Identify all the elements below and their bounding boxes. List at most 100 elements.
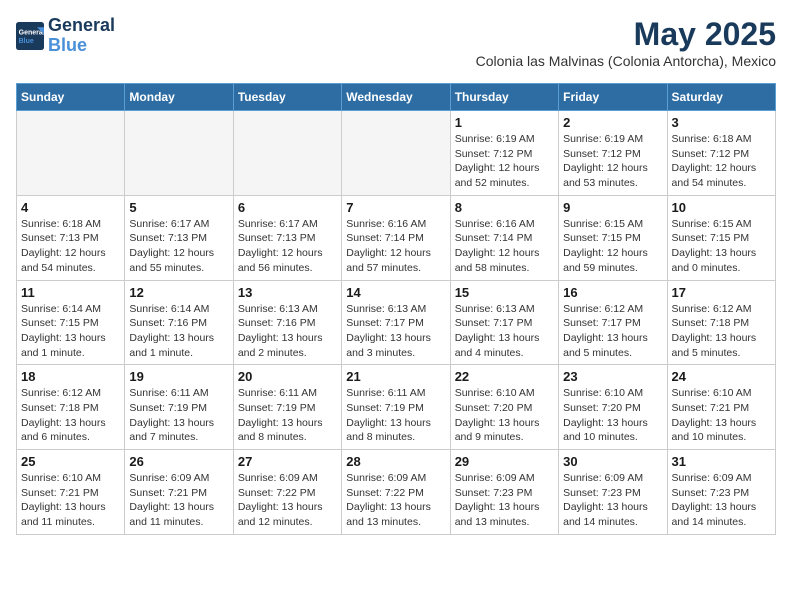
week-row-5: 25 Sunrise: 6:10 AMSunset: 7:21 PMDayligh… — [17, 450, 776, 535]
calendar-table: SundayMondayTuesdayWednesdayThursdayFrid… — [16, 83, 776, 535]
day-detail: Sunrise: 6:09 AMSunset: 7:22 PMDaylight:… — [238, 471, 337, 530]
day-number: 21 — [346, 369, 445, 384]
day-number: 19 — [129, 369, 228, 384]
day-number: 29 — [455, 454, 554, 469]
calendar-cell: 3 Sunrise: 6:18 AMSunset: 7:12 PMDaylight… — [667, 111, 775, 196]
calendar-cell: 2 Sunrise: 6:19 AMSunset: 7:12 PMDaylight… — [559, 111, 667, 196]
day-number: 25 — [21, 454, 120, 469]
weekday-header-wednesday: Wednesday — [342, 84, 450, 111]
day-detail: Sunrise: 6:09 AMSunset: 7:22 PMDaylight:… — [346, 471, 445, 530]
day-detail: Sunrise: 6:09 AMSunset: 7:23 PMDaylight:… — [455, 471, 554, 530]
day-detail: Sunrise: 6:16 AMSunset: 7:14 PMDaylight:… — [455, 217, 554, 276]
calendar-cell: 23 Sunrise: 6:10 AMSunset: 7:20 PMDayligh… — [559, 365, 667, 450]
day-detail: Sunrise: 6:17 AMSunset: 7:13 PMDaylight:… — [129, 217, 228, 276]
day-number: 27 — [238, 454, 337, 469]
day-number: 3 — [672, 115, 771, 130]
weekday-header-tuesday: Tuesday — [233, 84, 341, 111]
calendar-cell: 8 Sunrise: 6:16 AMSunset: 7:14 PMDaylight… — [450, 195, 558, 280]
weekday-header-saturday: Saturday — [667, 84, 775, 111]
calendar-cell: 27 Sunrise: 6:09 AMSunset: 7:22 PMDayligh… — [233, 450, 341, 535]
calendar-cell: 5 Sunrise: 6:17 AMSunset: 7:13 PMDaylight… — [125, 195, 233, 280]
calendar-cell: 24 Sunrise: 6:10 AMSunset: 7:21 PMDayligh… — [667, 365, 775, 450]
calendar-cell: 16 Sunrise: 6:12 AMSunset: 7:17 PMDayligh… — [559, 280, 667, 365]
weekday-header-sunday: Sunday — [17, 84, 125, 111]
weekday-header-row: SundayMondayTuesdayWednesdayThursdayFrid… — [17, 84, 776, 111]
day-number: 1 — [455, 115, 554, 130]
day-number: 6 — [238, 200, 337, 215]
day-detail: Sunrise: 6:10 AMSunset: 7:21 PMDaylight:… — [21, 471, 120, 530]
calendar-cell: 14Sunrise: 6:13 AMSunset: 7:17 PMDayligh… — [342, 280, 450, 365]
day-number: 4 — [21, 200, 120, 215]
day-number: 31 — [672, 454, 771, 469]
logo-text: General Blue — [48, 16, 115, 56]
calendar-cell: 12 Sunrise: 6:14 AMSunset: 7:16 PMDayligh… — [125, 280, 233, 365]
calendar-cell: 29 Sunrise: 6:09 AMSunset: 7:23 PMDayligh… — [450, 450, 558, 535]
day-detail: Sunrise: 6:19 AMSunset: 7:12 PMDaylight:… — [563, 132, 662, 191]
day-number: 5 — [129, 200, 228, 215]
day-number: 17 — [672, 285, 771, 300]
day-detail: Sunrise: 6:14 AMSunset: 7:16 PMDaylight:… — [129, 302, 228, 361]
calendar-cell — [342, 111, 450, 196]
day-detail: Sunrise: 6:14 AMSunset: 7:15 PMDaylight:… — [21, 302, 120, 361]
day-detail: Sunrise: 6:13 AMSunset: 7:16 PMDaylight:… — [238, 302, 337, 361]
day-number: 18 — [21, 369, 120, 384]
day-detail: Sunrise: 6:11 AMSunset: 7:19 PMDaylight:… — [238, 386, 337, 445]
calendar-cell: 7Sunrise: 6:16 AMSunset: 7:14 PMDaylight… — [342, 195, 450, 280]
day-detail: Sunrise: 6:09 AMSunset: 7:23 PMDaylight:… — [563, 471, 662, 530]
day-number: 28 — [346, 454, 445, 469]
week-row-1: 1 Sunrise: 6:19 AMSunset: 7:12 PMDaylight… — [17, 111, 776, 196]
calendar-cell: 21 Sunrise: 6:11 AMSunset: 7:19 PMDayligh… — [342, 365, 450, 450]
week-row-2: 4 Sunrise: 6:18 AMSunset: 7:13 PMDaylight… — [17, 195, 776, 280]
day-number: 26 — [129, 454, 228, 469]
day-number: 15 — [455, 285, 554, 300]
calendar-cell: 10Sunrise: 6:15 AMSunset: 7:15 PMDayligh… — [667, 195, 775, 280]
day-detail: Sunrise: 6:13 AMSunset: 7:17 PMDaylight:… — [455, 302, 554, 361]
calendar-cell: 31Sunrise: 6:09 AMSunset: 7:23 PMDayligh… — [667, 450, 775, 535]
day-detail: Sunrise: 6:18 AMSunset: 7:13 PMDaylight:… — [21, 217, 120, 276]
weekday-header-monday: Monday — [125, 84, 233, 111]
day-detail: Sunrise: 6:10 AMSunset: 7:20 PMDaylight:… — [455, 386, 554, 445]
calendar-cell: 20 Sunrise: 6:11 AMSunset: 7:19 PMDayligh… — [233, 365, 341, 450]
week-row-3: 11 Sunrise: 6:14 AMSunset: 7:15 PMDayligh… — [17, 280, 776, 365]
day-detail: Sunrise: 6:18 AMSunset: 7:12 PMDaylight:… — [672, 132, 771, 191]
svg-text:Blue: Blue — [19, 38, 34, 45]
day-number: 8 — [455, 200, 554, 215]
day-number: 23 — [563, 369, 662, 384]
calendar-cell: 17 Sunrise: 6:12 AMSunset: 7:18 PMDayligh… — [667, 280, 775, 365]
calendar-cell: 11 Sunrise: 6:14 AMSunset: 7:15 PMDayligh… — [17, 280, 125, 365]
day-number: 22 — [455, 369, 554, 384]
calendar-cell: 28 Sunrise: 6:09 AMSunset: 7:22 PMDayligh… — [342, 450, 450, 535]
day-number: 9 — [563, 200, 662, 215]
day-number: 20 — [238, 369, 337, 384]
calendar-cell: 25 Sunrise: 6:10 AMSunset: 7:21 PMDayligh… — [17, 450, 125, 535]
day-detail: Sunrise: 6:12 AMSunset: 7:18 PMDaylight:… — [21, 386, 120, 445]
day-number: 2 — [563, 115, 662, 130]
day-number: 13 — [238, 285, 337, 300]
title-section: May 2025 Colonia las Malvinas (Colonia A… — [476, 16, 776, 77]
day-detail: Sunrise: 6:12 AMSunset: 7:17 PMDaylight:… — [563, 302, 662, 361]
calendar-cell: 22 Sunrise: 6:10 AMSunset: 7:20 PMDayligh… — [450, 365, 558, 450]
weekday-header-friday: Friday — [559, 84, 667, 111]
day-detail: Sunrise: 6:10 AMSunset: 7:20 PMDaylight:… — [563, 386, 662, 445]
calendar-cell: 19 Sunrise: 6:11 AMSunset: 7:19 PMDayligh… — [125, 365, 233, 450]
day-number: 11 — [21, 285, 120, 300]
day-number: 16 — [563, 285, 662, 300]
calendar-cell: 1 Sunrise: 6:19 AMSunset: 7:12 PMDaylight… — [450, 111, 558, 196]
calendar-cell — [233, 111, 341, 196]
day-detail: Sunrise: 6:12 AMSunset: 7:18 PMDaylight:… — [672, 302, 771, 361]
calendar-cell — [17, 111, 125, 196]
day-detail: Sunrise: 6:11 AMSunset: 7:19 PMDaylight:… — [129, 386, 228, 445]
day-number: 14 — [346, 285, 445, 300]
day-number: 24 — [672, 369, 771, 384]
day-detail: Sunrise: 6:09 AMSunset: 7:21 PMDaylight:… — [129, 471, 228, 530]
day-detail: Sunrise: 6:10 AMSunset: 7:21 PMDaylight:… — [672, 386, 771, 445]
day-number: 7 — [346, 200, 445, 215]
calendar-cell: 6Sunrise: 6:17 AMSunset: 7:13 PMDaylight… — [233, 195, 341, 280]
day-detail: Sunrise: 6:19 AMSunset: 7:12 PMDaylight:… — [455, 132, 554, 191]
day-detail: Sunrise: 6:11 AMSunset: 7:19 PMDaylight:… — [346, 386, 445, 445]
calendar-cell: 9Sunrise: 6:15 AMSunset: 7:15 PMDaylight… — [559, 195, 667, 280]
subtitle: Colonia las Malvinas (Colonia Antorcha),… — [476, 53, 776, 69]
day-number: 12 — [129, 285, 228, 300]
calendar-cell: 26 Sunrise: 6:09 AMSunset: 7:21 PMDayligh… — [125, 450, 233, 535]
weekday-header-thursday: Thursday — [450, 84, 558, 111]
